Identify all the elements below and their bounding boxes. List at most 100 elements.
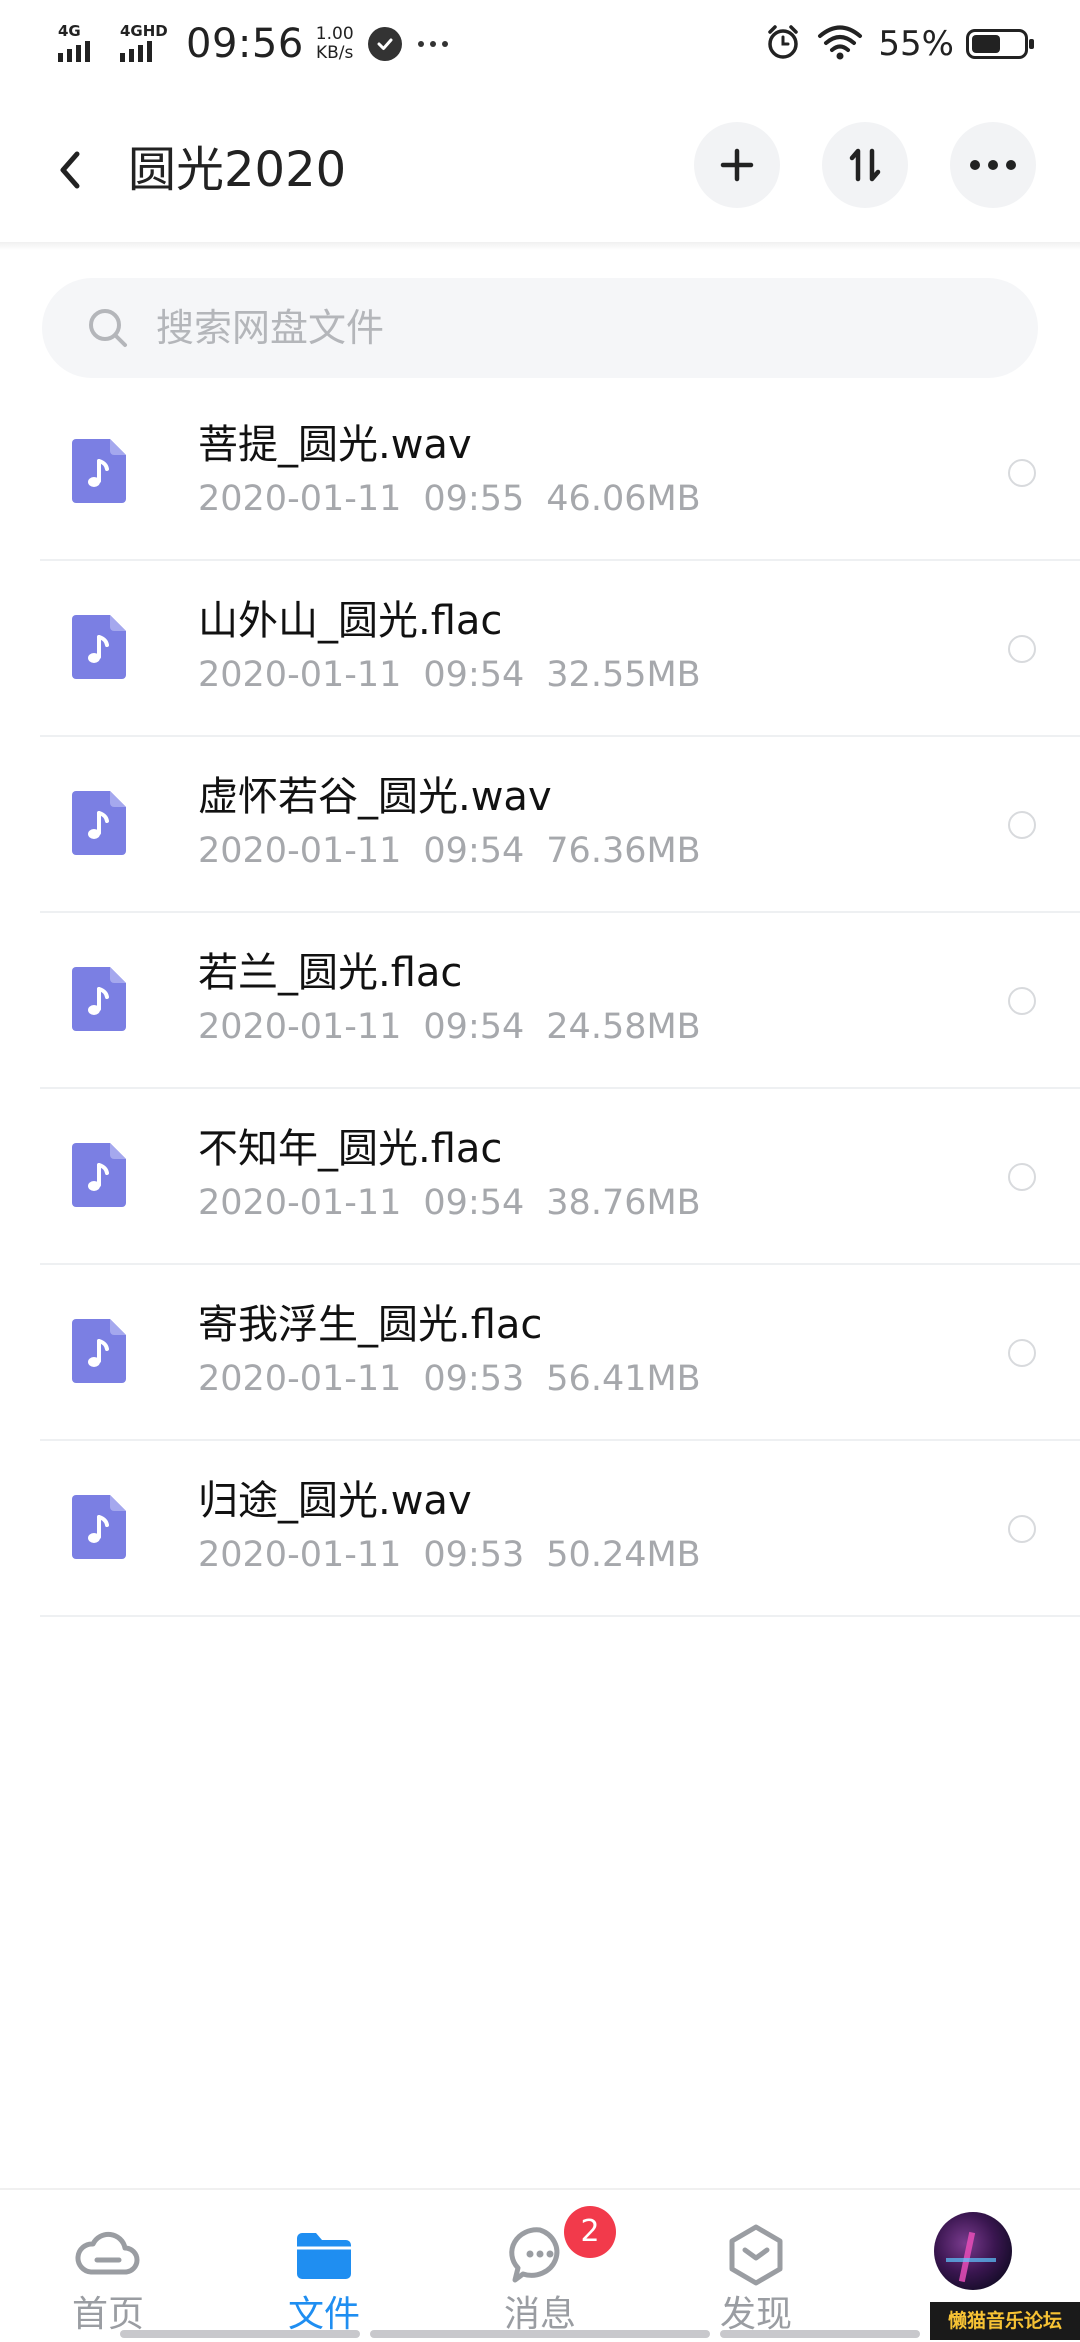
file-time: 09:54 — [423, 831, 525, 871]
sort-button[interactable] — [822, 122, 908, 208]
file-name: 归途_圆光.wav — [198, 1478, 472, 1524]
file-name: 菩提_圆光.wav — [198, 422, 472, 468]
more-icon — [970, 160, 1016, 170]
cloud-icon — [75, 2231, 140, 2275]
gesture-bar — [120, 2330, 360, 2338]
more-notifications-icon — [417, 41, 448, 47]
select-checkbox[interactable] — [1008, 459, 1036, 487]
file-name: 寄我浮生_圆光.flac — [198, 1302, 543, 1348]
file-list: 菩提_圆光.wav 2020-01-11 09:55 46.06MB 山外山_圆光.fl… — [0, 385, 1080, 1617]
music-file-icon — [72, 1319, 126, 1383]
signal-label: 4G — [58, 22, 81, 40]
nav-discover[interactable]: 发现 — [648, 2190, 864, 2342]
select-checkbox[interactable] — [1008, 1163, 1036, 1191]
file-row[interactable]: 归途_圆光.wav 2020-01-11 09:53 50.24MB — [0, 1441, 1080, 1617]
add-button[interactable] — [694, 122, 780, 208]
search-icon — [89, 309, 127, 347]
wifi-icon — [816, 23, 864, 65]
file-size: 24.58MB — [546, 1007, 701, 1047]
avatar[interactable] — [934, 2212, 1012, 2290]
file-meta: 2020-01-11 09:53 50.24MB — [198, 1529, 723, 1581]
music-file-icon — [72, 967, 126, 1031]
nav-messages[interactable]: 2 消息 — [432, 2190, 648, 2342]
title-bar: 圆光2020 — [0, 90, 1080, 242]
speed-unit: KB/s — [316, 43, 354, 63]
file-date: 2020-01-11 — [198, 1359, 402, 1399]
file-time: 09:54 — [423, 655, 525, 695]
alarm-icon — [764, 23, 802, 65]
music-file-icon — [72, 791, 126, 855]
more-button[interactable] — [950, 122, 1036, 208]
nav-files[interactable]: 文件 — [216, 2190, 432, 2342]
file-size: 38.76MB — [546, 1183, 701, 1223]
page-title: 圆光2020 — [128, 142, 347, 198]
file-size: 46.06MB — [546, 479, 701, 519]
battery-icon — [966, 29, 1034, 59]
gesture-bar — [370, 2330, 710, 2338]
bottom-nav: 首页 文件 2 消息 发现 — [0, 2188, 1080, 2342]
music-file-icon — [72, 615, 126, 679]
chevron-left-icon — [60, 151, 80, 189]
file-meta: 2020-01-11 09:55 46.06MB — [198, 473, 723, 525]
status-time: 09:56 — [186, 21, 304, 67]
search-bar[interactable] — [42, 278, 1038, 378]
add-icon — [720, 148, 754, 182]
music-file-icon — [72, 1495, 126, 1559]
select-checkbox[interactable] — [1008, 635, 1036, 663]
signal-4g-icon: 4G — [58, 24, 106, 64]
gesture-bar — [720, 2330, 920, 2338]
search-input[interactable] — [154, 305, 958, 351]
status-bar: 4G 4GHD 09:56 1.00 KB/s 55% — [0, 0, 1080, 90]
file-name: 山外山_圆光.flac — [198, 598, 503, 644]
signal-label: 4GHD — [120, 22, 168, 40]
signal-4ghd-icon: 4GHD — [120, 24, 168, 64]
file-row[interactable]: 菩提_圆光.wav 2020-01-11 09:55 46.06MB — [0, 385, 1080, 561]
folder-icon — [297, 2233, 351, 2279]
file-date: 2020-01-11 — [198, 655, 402, 695]
file-meta: 2020-01-11 09:54 32.55MB — [198, 649, 723, 701]
file-time: 09:53 — [423, 1535, 525, 1575]
music-file-icon — [72, 439, 126, 503]
file-row[interactable]: 寄我浮生_圆光.flac 2020-01-11 09:53 56.41MB — [0, 1265, 1080, 1441]
nav-home[interactable]: 首页 — [0, 2190, 216, 2342]
file-size: 76.36MB — [546, 831, 701, 871]
file-meta: 2020-01-11 09:54 24.58MB — [198, 1001, 723, 1053]
select-checkbox[interactable] — [1008, 1515, 1036, 1543]
file-name: 虚怀若谷_圆光.wav — [198, 774, 552, 820]
file-size: 56.41MB — [546, 1359, 701, 1399]
file-size: 32.55MB — [546, 655, 701, 695]
header-divider — [0, 242, 1080, 250]
back-button[interactable] — [38, 138, 102, 202]
watermark: 懒猫音乐论坛 — [930, 2302, 1080, 2340]
network-speed: 1.00 KB/s — [316, 25, 354, 63]
file-row[interactable]: 不知年_圆光.flac 2020-01-11 09:54 38.76MB — [0, 1089, 1080, 1265]
music-file-icon — [72, 1143, 126, 1207]
file-date: 2020-01-11 — [198, 831, 402, 871]
discover-icon — [729, 2224, 783, 2286]
file-time: 09:54 — [423, 1183, 525, 1223]
check-icon — [367, 27, 402, 61]
file-date: 2020-01-11 — [198, 479, 402, 519]
speed-value: 1.00 — [315, 24, 354, 44]
file-row[interactable]: 虚怀若谷_圆光.wav 2020-01-11 09:54 76.36MB — [0, 737, 1080, 913]
file-meta: 2020-01-11 09:54 76.36MB — [198, 825, 723, 877]
file-size: 50.24MB — [546, 1535, 701, 1575]
file-name: 不知年_圆光.flac — [198, 1126, 503, 1172]
file-meta: 2020-01-11 09:54 38.76MB — [198, 1177, 723, 1229]
file-row[interactable]: 山外山_圆光.flac 2020-01-11 09:54 32.55MB — [0, 561, 1080, 737]
select-checkbox[interactable] — [1008, 1339, 1036, 1367]
file-row[interactable]: 若兰_圆光.flac 2020-01-11 09:54 24.58MB — [0, 913, 1080, 1089]
file-time: 09:54 — [423, 1007, 525, 1047]
file-time: 09:55 — [423, 479, 525, 519]
unread-badge: 2 — [564, 2206, 616, 2258]
file-date: 2020-01-11 — [198, 1535, 402, 1575]
select-checkbox[interactable] — [1008, 987, 1036, 1015]
file-time: 09:53 — [423, 1359, 525, 1399]
file-name: 若兰_圆光.flac — [198, 950, 463, 996]
file-date: 2020-01-11 — [198, 1007, 402, 1047]
select-checkbox[interactable] — [1008, 811, 1036, 839]
battery-percent: 55% — [878, 24, 954, 64]
file-meta: 2020-01-11 09:53 56.41MB — [198, 1353, 723, 1405]
sort-icon — [849, 148, 881, 182]
row-divider — [40, 1615, 1080, 1617]
